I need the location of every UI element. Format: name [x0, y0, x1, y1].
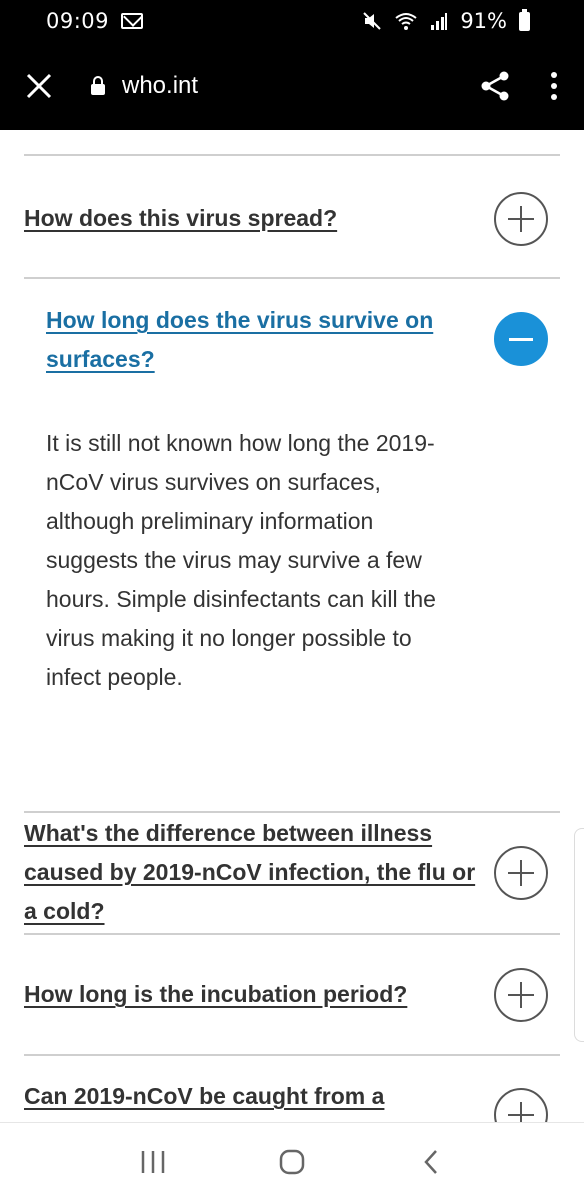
faq-toggle-incubation[interactable] [494, 968, 548, 1022]
faq-toggle-spread[interactable] [494, 192, 548, 246]
faq-question-survive[interactable]: How long does the virus survive on surfa… [46, 301, 476, 379]
divider [24, 154, 560, 156]
faq-question-incubation[interactable]: How long is the incubation period? [24, 975, 407, 1014]
plus-icon [508, 860, 534, 886]
system-nav-bar [0, 1122, 584, 1200]
share-button[interactable] [478, 69, 512, 103]
back-button[interactable] [409, 1140, 453, 1184]
divider [24, 933, 560, 935]
faq-toggle-difference[interactable] [494, 846, 548, 900]
close-icon [26, 73, 52, 99]
faq-question-difference[interactable]: What's the difference between illness ca… [24, 814, 484, 931]
divider [24, 1054, 560, 1056]
close-button[interactable] [22, 69, 56, 103]
wifi-icon [395, 13, 417, 30]
mute-icon [363, 12, 382, 30]
more-vert-dot [551, 83, 557, 89]
more-options-button[interactable] [544, 69, 564, 103]
minus-icon [508, 326, 534, 352]
mail-icon [121, 13, 144, 29]
more-vert-icon [551, 72, 557, 78]
status-right: 91% [362, 8, 530, 33]
plus-icon [508, 1102, 534, 1122]
divider [24, 277, 560, 279]
share-icon [481, 71, 509, 101]
battery-percent: 91% [460, 9, 507, 33]
scrollbar[interactable] [574, 828, 584, 1042]
url-bar[interactable]: who.int [90, 72, 478, 100]
plus-icon [508, 206, 534, 232]
recent-apps-button[interactable] [131, 1140, 175, 1184]
recent-apps-icon [142, 1150, 165, 1173]
back-icon [423, 1149, 437, 1174]
url-text: who.int [122, 72, 199, 99]
faq-question-caught[interactable]: Can 2019-nCoV be caught from a [24, 1077, 384, 1116]
plus-icon [508, 982, 534, 1008]
faq-toggle-survive[interactable] [494, 312, 548, 366]
home-icon [279, 1149, 305, 1174]
home-button[interactable] [270, 1140, 314, 1184]
signal-icon [431, 13, 448, 30]
faq-question-spread[interactable]: How does this virus spread? [24, 199, 337, 238]
status-time: 09:09 [46, 9, 110, 33]
faq-answer-survive: It is still not known how long the 2019-… [46, 430, 436, 690]
faq-toggle-caught[interactable] [494, 1088, 548, 1122]
divider [24, 811, 560, 813]
status-left: 09:09 [46, 9, 144, 33]
battery-icon [519, 8, 530, 31]
more-vert-dot [551, 94, 557, 100]
faq-content: How does this virus spread? How long doe… [0, 130, 584, 1122]
lock-icon [91, 76, 105, 95]
browser-toolbar: who.int [0, 42, 584, 130]
status-bar: 09:09 91% [0, 0, 584, 42]
